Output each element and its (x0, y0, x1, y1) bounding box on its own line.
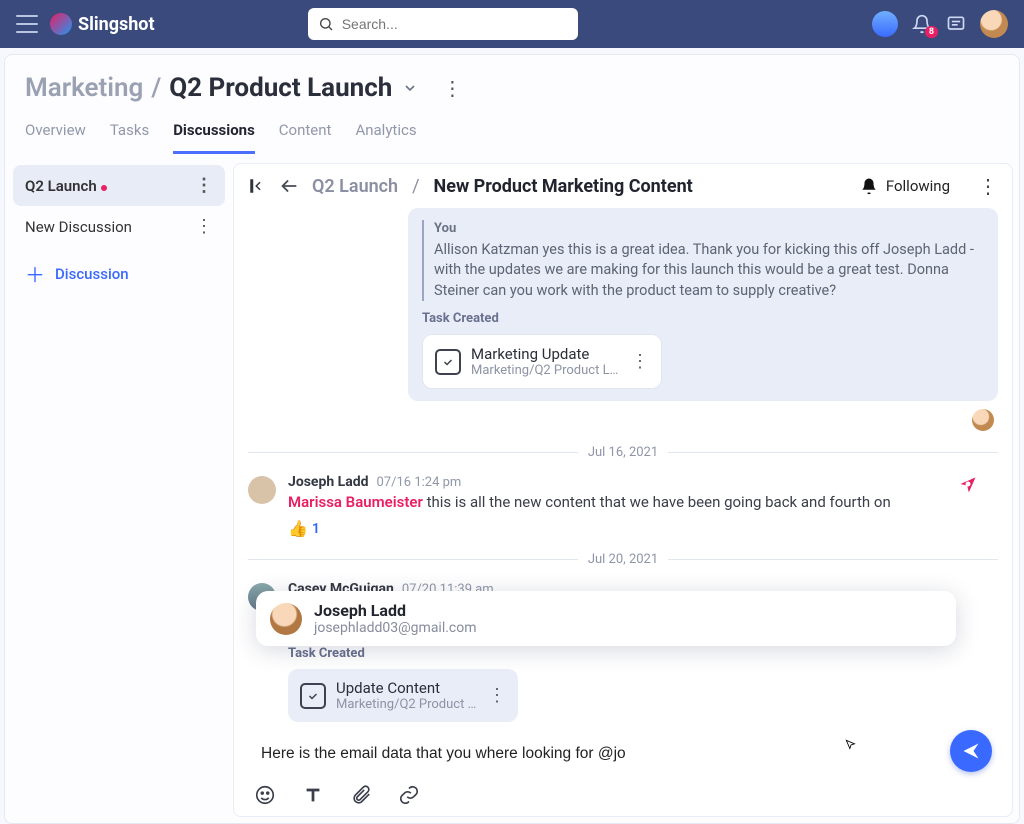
message: Joseph Ladd 07/16 1:24 pm Marissa Baumei… (248, 474, 998, 538)
breadcrumb: Marketing / Q2 Product Launch ⋮ (5, 55, 1019, 107)
follow-button[interactable]: Following (860, 177, 950, 195)
discussion-pane: Q2 Launch / New Product Marketing Conten… (233, 163, 1013, 817)
paperclip-icon (350, 784, 372, 806)
discussion-title: New Product Marketing Content (434, 176, 693, 197)
compose-input[interactable] (254, 738, 992, 770)
reaction-count: 1 (312, 521, 320, 537)
workspace-avatar[interactable] (872, 11, 898, 37)
task-path: Marketing/Q2 Product L… (471, 363, 621, 378)
tab-overview[interactable]: Overview (25, 121, 86, 154)
discussion-more-button[interactable]: ⋮ (978, 174, 998, 198)
message-composer (234, 730, 1012, 816)
task-card[interactable]: Marketing Update Marketing/Q2 Product L…… (422, 334, 662, 389)
unread-dot-icon (101, 185, 107, 191)
global-search[interactable] (308, 8, 578, 40)
plus-icon: ＋ (25, 259, 45, 288)
reaction-thumbs-up[interactable]: 👍 1 (288, 519, 320, 538)
cursor-icon (844, 736, 858, 754)
tab-row: Overview Tasks Discussions Content Analy… (5, 107, 1019, 155)
task-more-button[interactable]: ⋮ (488, 685, 506, 706)
notifications-button[interactable]: 8 (912, 14, 932, 34)
add-discussion-label: Discussion (55, 265, 129, 283)
send-icon (961, 741, 981, 761)
tab-analytics[interactable]: Analytics (355, 121, 416, 154)
task-more-button[interactable]: ⋮ (631, 351, 649, 372)
message-list: You Allison Katzman yes this is a great … (234, 208, 1012, 730)
add-discussion-button[interactable]: ＋ Discussion (13, 247, 225, 300)
send-button[interactable] (950, 730, 992, 772)
mention-email: josephladd03@gmail.com (314, 620, 477, 636)
discussion-header: Q2 Launch / New Product Marketing Conten… (234, 164, 1012, 208)
task-name: Update Content (336, 679, 478, 697)
notification-badge: 8 (925, 26, 938, 38)
mention-indicator-icon (958, 474, 978, 494)
date-text: Jul 20, 2021 (588, 552, 658, 567)
emoji-button[interactable] (254, 784, 276, 806)
task-check-icon (300, 683, 326, 709)
discussion-sidebar: Q2 Launch ⋮ New Discussion ⋮ ＋ Discussio… (5, 155, 233, 823)
brand-logo-icon (50, 13, 72, 35)
link-button[interactable] (398, 784, 420, 806)
breadcrumb-chevron-icon[interactable] (402, 80, 418, 96)
breadcrumb-parent[interactable]: Marketing (25, 73, 143, 103)
task-card[interactable]: Update Content Marketing/Q2 Product L… ⋮ (288, 669, 518, 722)
message-avatar (248, 476, 276, 504)
chat-icon (946, 14, 966, 34)
compose-toolbar (254, 784, 992, 806)
quote-text: Allison Katzman yes this is a great idea… (434, 241, 974, 299)
mention-avatar (270, 603, 302, 635)
sidebar-item-more[interactable]: ⋮ (195, 175, 213, 196)
date-divider: Jul 16, 2021 (248, 445, 998, 460)
bell-filled-icon (860, 177, 878, 195)
message-time: 07/16 1:24 pm (377, 475, 462, 490)
search-input[interactable] (342, 16, 568, 32)
thumbs-up-icon: 👍 (288, 519, 308, 538)
text-format-icon (302, 784, 324, 806)
date-divider: Jul 20, 2021 (248, 552, 998, 567)
quote-you-label: You (434, 220, 984, 238)
sidebar-item-more[interactable]: ⋮ (195, 216, 213, 237)
breadcrumb-current[interactable]: Q2 Product Launch (169, 73, 392, 103)
top-navbar: Slingshot 8 (0, 0, 1024, 48)
sidebar-item-label: New Discussion (25, 218, 132, 236)
menu-toggle[interactable] (16, 15, 38, 33)
breadcrumb-separator: / (151, 73, 161, 103)
sidebar-item-q2-launch[interactable]: Q2 Launch ⋮ (13, 165, 225, 206)
collapse-sidebar-button[interactable] (248, 177, 266, 195)
self-avatar (972, 409, 994, 431)
attach-button[interactable] (350, 784, 372, 806)
emoji-icon (254, 784, 276, 806)
sidebar-item-new-discussion[interactable]: New Discussion ⋮ (13, 206, 225, 247)
search-icon (318, 16, 334, 32)
discussion-crumb-sep: / (412, 176, 419, 197)
tab-content[interactable]: Content (279, 121, 332, 154)
mention-link[interactable]: Marissa Baumeister (288, 493, 423, 511)
self-message: You Allison Katzman yes this is a great … (408, 208, 998, 401)
task-check-icon (435, 349, 461, 375)
tab-discussions[interactable]: Discussions (173, 121, 255, 154)
following-label: Following (886, 177, 950, 195)
discussion-crumb-parent[interactable]: Q2 Launch (312, 176, 398, 197)
brand[interactable]: Slingshot (50, 13, 155, 35)
back-button[interactable] (278, 175, 300, 197)
workspace-container: Marketing / Q2 Product Launch ⋮ Overview… (4, 54, 1020, 824)
mention-suggestion-popup[interactable]: Joseph Ladd josephladd03@gmail.com (256, 591, 956, 646)
task-created-label: Task Created (288, 646, 998, 661)
messages-button[interactable] (946, 14, 966, 34)
brand-name: Slingshot (78, 14, 155, 35)
tab-tasks[interactable]: Tasks (110, 121, 149, 154)
task-name: Marketing Update (471, 345, 621, 363)
sidebar-item-label: Q2 Launch (25, 177, 97, 195)
link-icon (398, 784, 420, 806)
message-author: Joseph Ladd (288, 474, 369, 490)
date-text: Jul 16, 2021 (588, 445, 658, 460)
task-created-label: Task Created (422, 311, 984, 326)
task-path: Marketing/Q2 Product L… (336, 697, 478, 712)
message-text: this is all the new content that we have… (423, 493, 891, 511)
format-button[interactable] (302, 784, 324, 806)
workspace-more-button[interactable]: ⋮ (442, 76, 462, 100)
profile-avatar[interactable] (980, 10, 1008, 38)
mention-name: Joseph Ladd (314, 601, 477, 620)
